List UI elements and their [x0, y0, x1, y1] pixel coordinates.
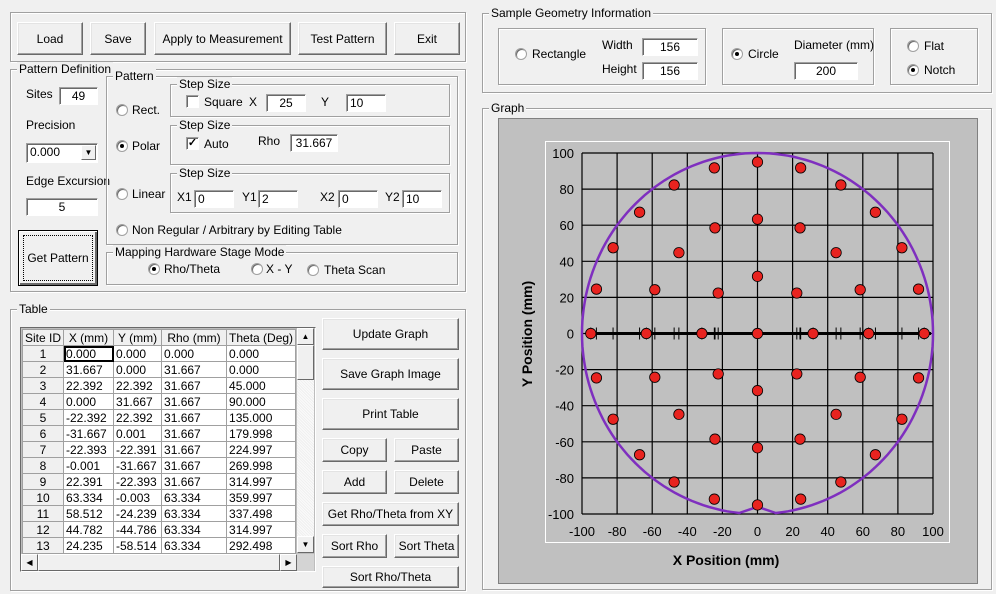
data-point	[896, 413, 908, 425]
data-point	[668, 476, 680, 488]
x-tick-label: -40	[678, 524, 697, 539]
x-tick-label: -80	[608, 524, 627, 539]
data-point	[869, 206, 881, 218]
data-point	[751, 499, 764, 511]
data-point	[854, 371, 866, 383]
data-point	[751, 442, 764, 454]
y-axis-label: Y Position (mm)	[519, 281, 535, 387]
data-point	[869, 449, 881, 461]
data-point	[696, 327, 708, 340]
data-point	[863, 327, 875, 340]
data-point	[751, 213, 764, 225]
x-tick-label: 100	[922, 524, 944, 539]
data-point	[708, 162, 720, 174]
data-point	[912, 372, 925, 384]
y-tick-label: 100	[552, 146, 574, 161]
data-point	[912, 283, 925, 295]
wafer-map-chart: -100 -80 -60 -40 -20 0 20 40 60 80 100 -100 -80 -60 -4…	[519, 146, 944, 568]
data-point	[854, 284, 866, 296]
data-point	[709, 433, 721, 445]
data-point	[830, 408, 842, 420]
y-tick-label: 80	[560, 182, 574, 197]
data-point	[830, 247, 842, 259]
data-point	[791, 287, 803, 299]
data-point	[807, 327, 819, 340]
data-point	[634, 449, 646, 461]
data-point	[791, 368, 803, 380]
x-tick-label: 60	[856, 524, 870, 539]
data-point	[751, 270, 764, 282]
data-point	[607, 242, 619, 254]
y-tick-label: -80	[555, 471, 574, 486]
data-point	[673, 247, 685, 259]
data-point	[795, 493, 807, 505]
data-point	[795, 162, 807, 174]
y-tick-label: -60	[555, 435, 574, 450]
data-point	[751, 327, 764, 340]
data-point	[712, 287, 724, 299]
data-point	[751, 385, 764, 397]
data-point	[896, 242, 908, 254]
data-point	[649, 284, 661, 296]
x-tick-label: 0	[754, 524, 761, 539]
x-tick-label: -20	[713, 524, 732, 539]
x-tick-label: 40	[820, 524, 834, 539]
data-point	[585, 327, 597, 340]
x-tick-label: -60	[643, 524, 662, 539]
data-point	[708, 493, 720, 505]
data-point	[673, 408, 685, 420]
data-point	[590, 372, 603, 384]
x-axis-label: X Position (mm)	[673, 552, 780, 568]
tick-labels: -100 -80 -60 -40 -20 0 20 40 60 80 100 -100 -80 -60 -4…	[548, 146, 944, 539]
data-point	[712, 368, 724, 380]
data-point	[835, 179, 847, 191]
data-point	[794, 222, 806, 234]
y-tick-label: -20	[555, 363, 574, 378]
data-point	[590, 283, 603, 295]
y-tick-label: 20	[560, 290, 574, 305]
data-point	[668, 179, 680, 191]
y-tick-label: 0	[567, 327, 574, 342]
y-tick-label: -100	[548, 507, 574, 522]
x-tick-label: 80	[891, 524, 905, 539]
y-tick-label: 60	[560, 218, 574, 233]
x-tick-label: -100	[569, 524, 595, 539]
data-point	[751, 156, 764, 168]
data-point	[640, 327, 652, 340]
data-point	[649, 371, 661, 383]
x-tick-label: 20	[785, 524, 799, 539]
data-point	[634, 206, 646, 218]
y-tick-label: 40	[560, 254, 574, 269]
data-point	[918, 327, 930, 340]
data-point	[794, 433, 806, 445]
data-point	[607, 413, 619, 425]
data-point	[709, 222, 721, 234]
y-tick-label: -40	[555, 399, 574, 414]
data-point	[835, 476, 847, 488]
